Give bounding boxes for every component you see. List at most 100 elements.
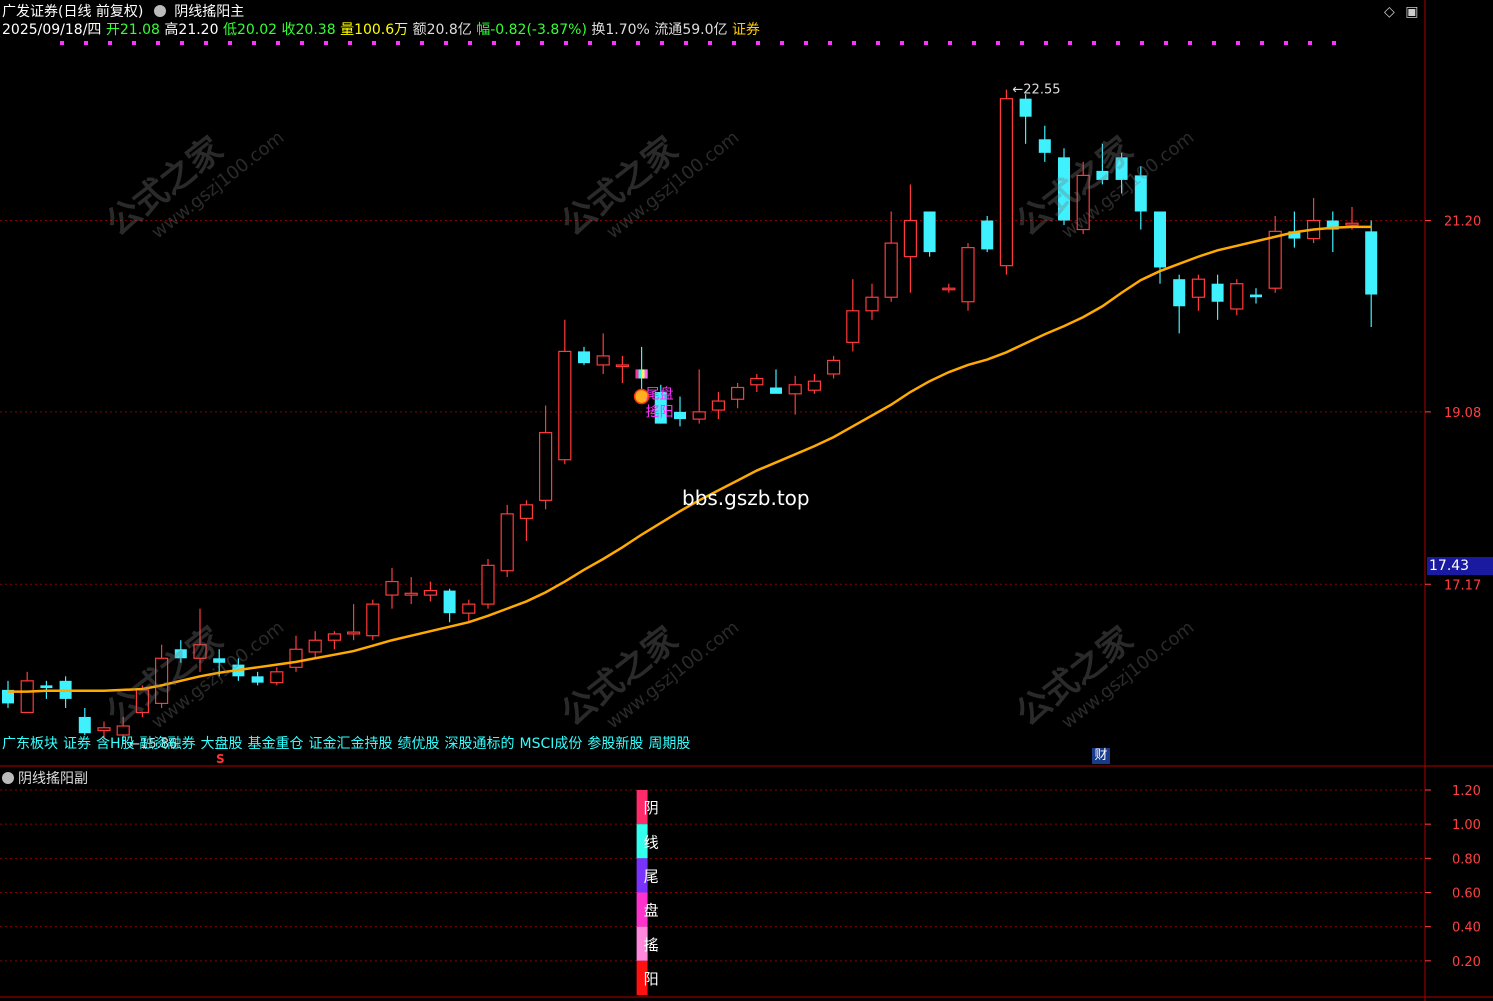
concept-tag[interactable]: 广东板块 (2, 736, 58, 752)
signal-dot (204, 41, 208, 45)
concept-tag[interactable]: 融资融券 (140, 736, 196, 752)
signal-dot (1092, 41, 1096, 45)
signal-dot (588, 41, 592, 45)
concept-tag[interactable]: 绩优股 (398, 736, 440, 752)
candle-body (308, 639, 322, 653)
stock-title[interactable]: 广发证券(日线 前复权) (2, 4, 143, 20)
candle-body (1365, 231, 1378, 295)
high-value: 21.20 (178, 22, 219, 38)
quote-date: 2025/09/18/四 (2, 22, 102, 38)
turnover-label: 换 (591, 22, 606, 38)
concept-tag[interactable]: 证金汇金持股 (309, 736, 393, 752)
concept-tag[interactable]: 周期股 (648, 736, 690, 752)
candle-body (462, 603, 476, 614)
candle-body (807, 380, 822, 391)
candle-body (923, 211, 936, 253)
candle-body (327, 633, 341, 641)
concept-tag[interactable]: 深股通标的 (445, 736, 515, 752)
signal-dot (132, 41, 136, 45)
signal-dot (1284, 41, 1288, 45)
close-value: 20.38 (295, 22, 336, 38)
signal-dot (1260, 41, 1264, 45)
candle-body (116, 725, 130, 736)
signal-candle-stripe (641, 369, 645, 379)
signal-label: 搖阳 (646, 404, 674, 420)
candle-body (20, 680, 34, 714)
signal-dot (1044, 41, 1048, 45)
signal-dot (348, 41, 352, 45)
concept-tag[interactable]: 含H股 (96, 736, 135, 752)
signal-dot (1212, 41, 1216, 45)
window-controls: ◇ ▣ (1384, 4, 1418, 20)
candle-body (942, 287, 956, 291)
signal-dot (1140, 41, 1144, 45)
signal-dot (1308, 41, 1312, 45)
candle-body (213, 658, 226, 663)
signal-dot (84, 41, 88, 45)
concept-tag[interactable]: 证券 (63, 736, 91, 752)
candle-body (251, 676, 264, 683)
high-label: 高 (164, 22, 179, 38)
concept-tag[interactable]: 大盘股 (201, 736, 243, 752)
float-value: 59.0亿 (682, 22, 728, 38)
signal-dot (420, 41, 424, 45)
signal-dot (972, 41, 976, 45)
sector-tag[interactable]: 证券 (732, 22, 760, 38)
open-value: 21.08 (119, 22, 160, 38)
signal-dot (852, 41, 856, 45)
concept-tags: 广东板块 证券 含H股 融资融券 大盘股 基金重仓 证金汇金持股 绩优股 深股通标的 MSCI成份… (2, 736, 695, 752)
diamond-icon[interactable]: ◇ (1384, 4, 1395, 20)
signal-dot (828, 41, 832, 45)
candle-body (1173, 279, 1186, 307)
candle-body (615, 364, 630, 368)
dropdown-icon[interactable] (2, 772, 14, 784)
candle-body (538, 432, 553, 501)
candle-body (692, 411, 706, 420)
current-price-box: 17.43 (1427, 557, 1493, 575)
candle-body (826, 359, 841, 375)
signal-dot (684, 41, 688, 45)
candle-body (155, 657, 169, 705)
candle-body (711, 400, 726, 411)
main-indicator-name[interactable]: 阴线搖阳主 (174, 4, 244, 20)
signal-dot (468, 41, 472, 45)
candle-body (1076, 174, 1090, 231)
signal-dot (180, 41, 184, 45)
sub-signal-char: 阳 (644, 970, 659, 988)
candle-body (385, 580, 399, 596)
signal-dot (924, 41, 928, 45)
sub-panel-title[interactable]: 阴线搖阳副 (2, 771, 88, 787)
candle-body (135, 689, 149, 714)
candle-body (1134, 175, 1147, 212)
concept-tag[interactable]: 基金重仓 (248, 736, 304, 752)
change-value: -0.82(-3.87%) (490, 22, 587, 38)
amount-value: 20.8亿 (426, 22, 472, 38)
candle-body (1019, 98, 1032, 117)
concept-tag[interactable]: 参股新股 (587, 736, 643, 752)
sub-signal-char: 线 (644, 833, 659, 851)
candle-body (1115, 157, 1128, 180)
dropdown-icon[interactable] (153, 5, 166, 17)
signal-dot (156, 41, 160, 45)
low-label: 低 (222, 22, 237, 38)
s-marker-icon[interactable]: S (216, 752, 225, 766)
candle-body (481, 564, 495, 605)
candle-body (903, 219, 918, 258)
restore-icon[interactable]: ▣ (1405, 4, 1418, 20)
candle-body (846, 310, 860, 343)
moving-average-line (8, 225, 1372, 693)
signal-dot (492, 41, 496, 45)
signal-dot (108, 41, 112, 45)
candle-body (519, 504, 534, 519)
candle-body (596, 355, 610, 366)
candle-body (558, 350, 572, 461)
candle-body (40, 685, 53, 689)
finance-icon[interactable]: 财 (1092, 748, 1110, 764)
signal-dot (60, 41, 64, 45)
signal-dot (372, 41, 376, 45)
high-mark-label: ←22.55 (1012, 83, 1060, 98)
candle-body (674, 411, 686, 420)
signal-candle-stripe (635, 369, 639, 379)
concept-tag[interactable]: MSCI成份 (520, 736, 583, 752)
amount-label: 额 (412, 22, 427, 38)
